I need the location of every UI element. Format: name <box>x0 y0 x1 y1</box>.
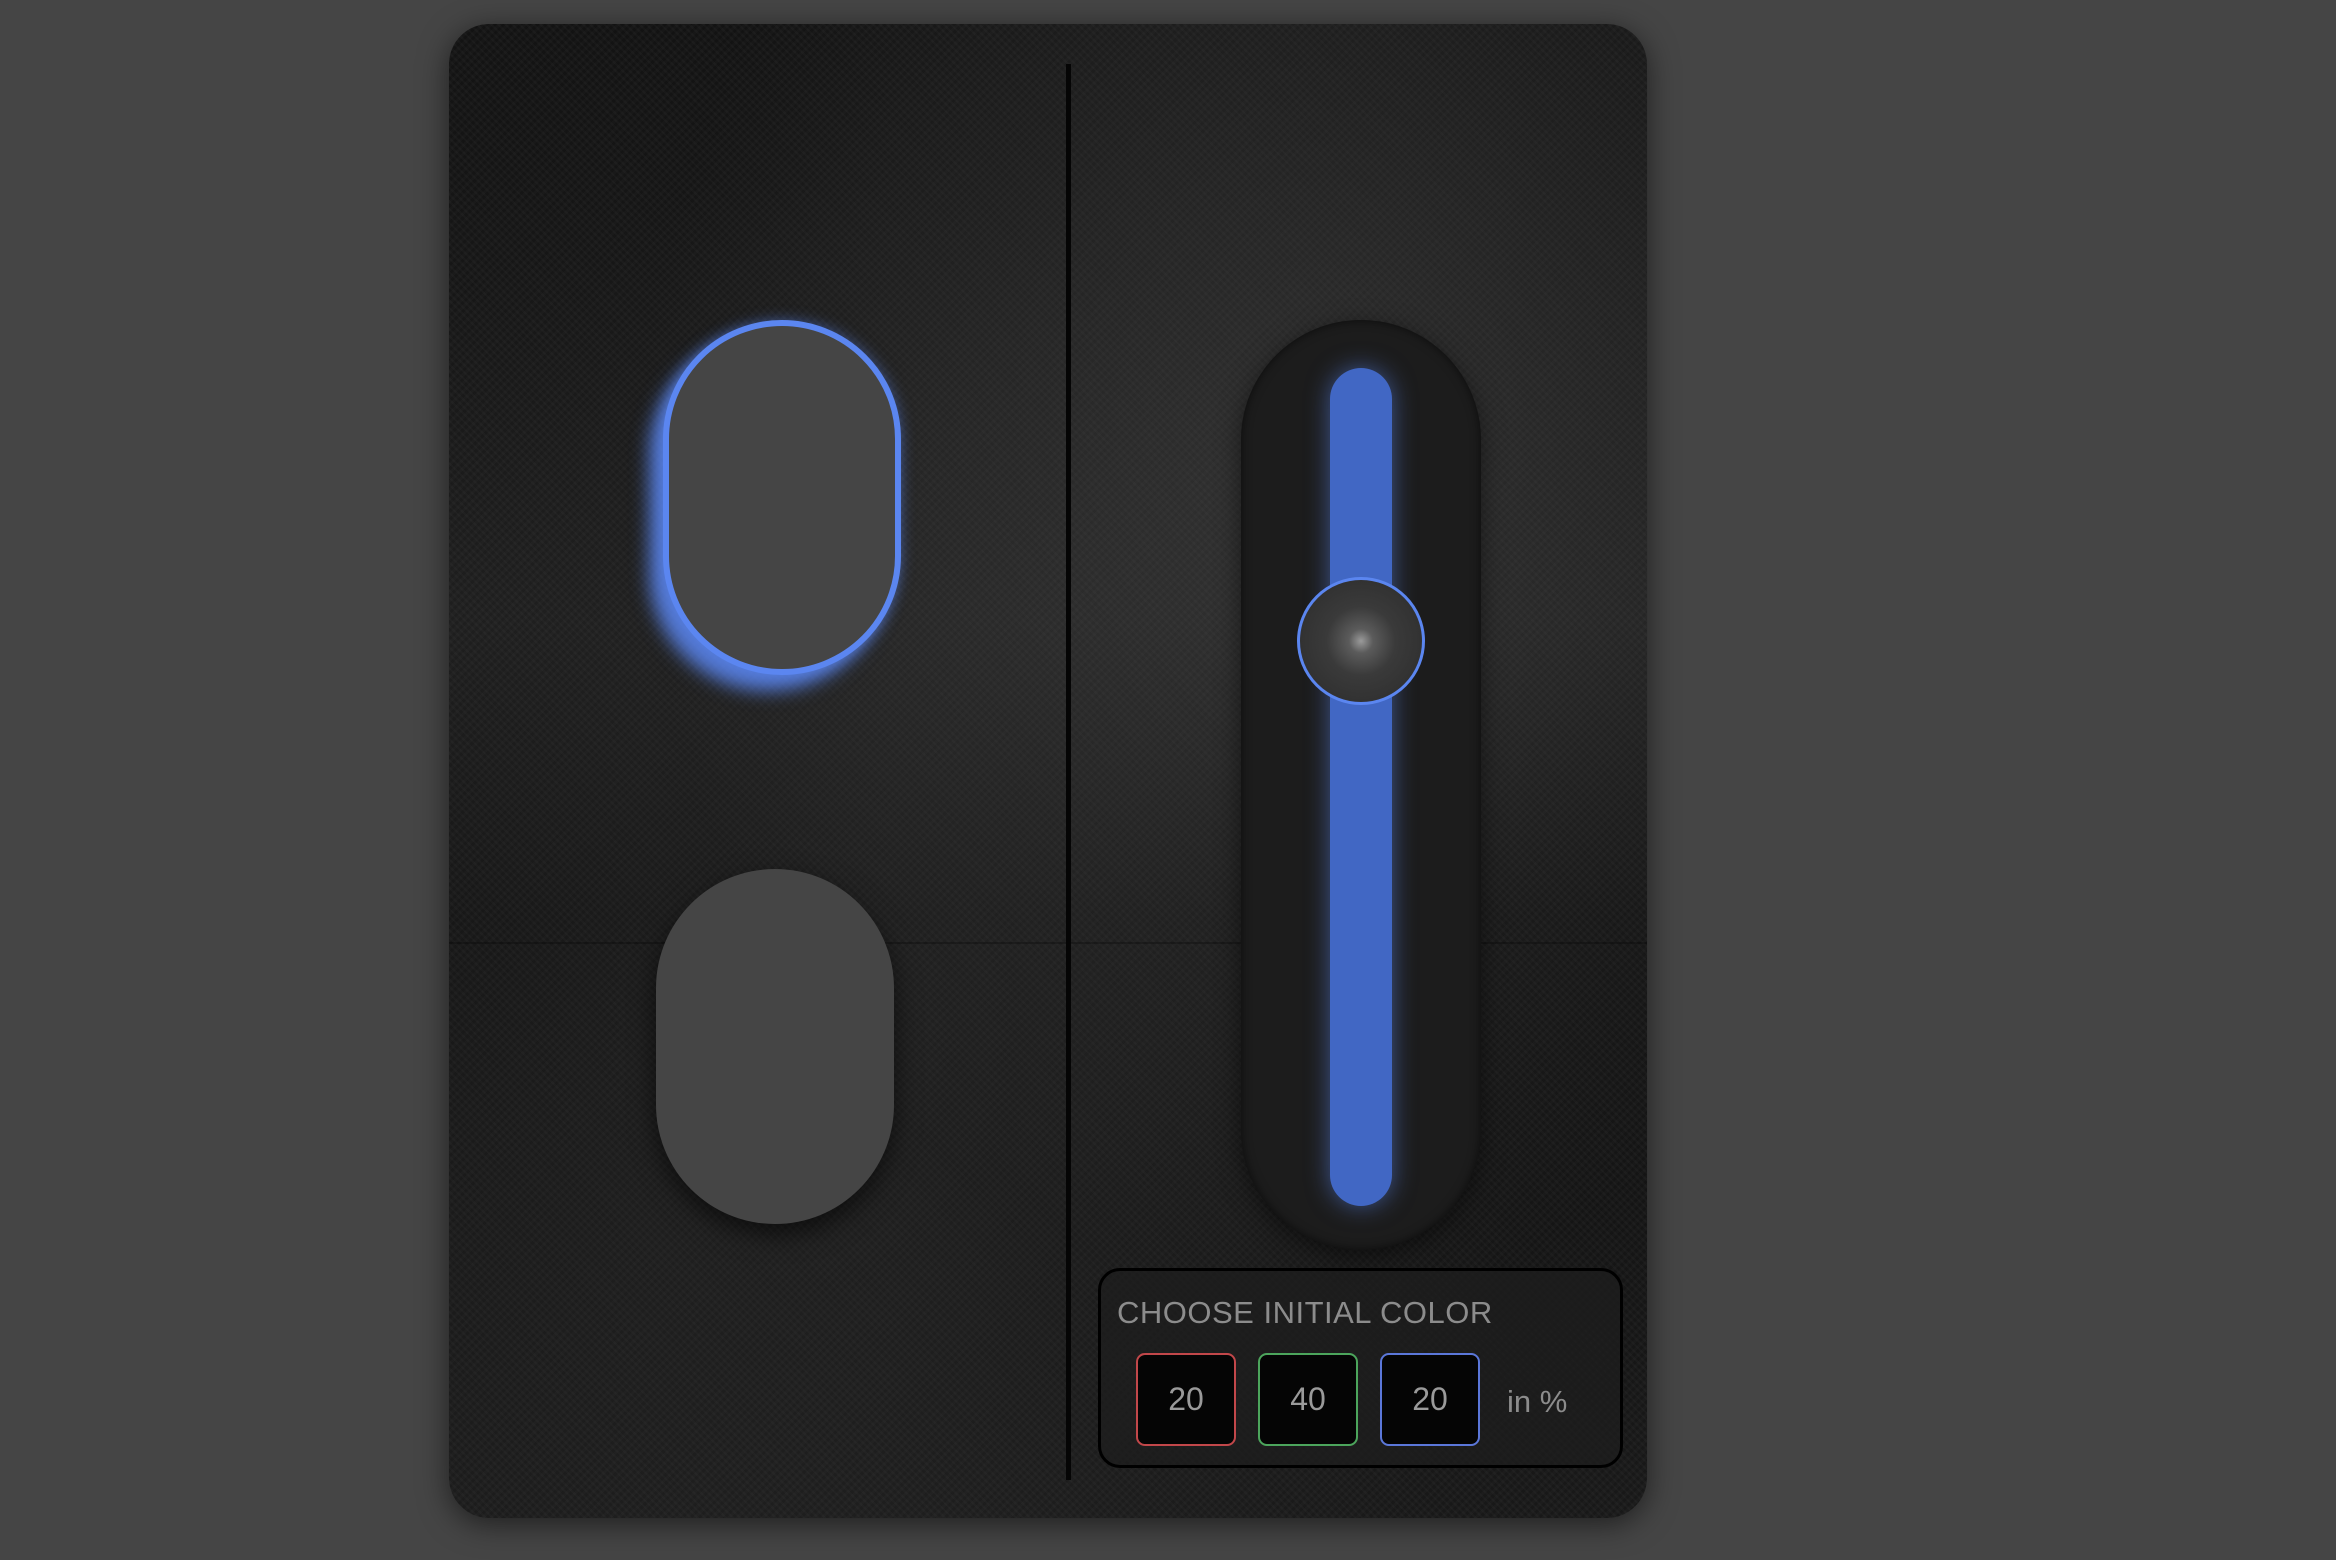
initial-color-picker: CHOOSE INITIAL COLOR in % <box>1098 1268 1623 1468</box>
green-percent-input[interactable] <box>1258 1353 1358 1446</box>
vertical-slider-thumb[interactable] <box>1297 577 1425 705</box>
pill-toggle-active[interactable] <box>663 320 901 675</box>
pill-toggle-inactive[interactable] <box>656 869 894 1224</box>
blue-percent-input[interactable] <box>1380 1353 1480 1446</box>
red-percent-input[interactable] <box>1136 1353 1236 1446</box>
vertical-divider <box>1066 64 1071 1480</box>
color-picker-title: CHOOSE INITIAL COLOR <box>1117 1295 1493 1330</box>
vertical-slider-fill <box>1330 368 1392 1206</box>
percent-unit-label: in % <box>1507 1384 1568 1419</box>
control-panel: CHOOSE INITIAL COLOR in % <box>449 24 1647 1518</box>
